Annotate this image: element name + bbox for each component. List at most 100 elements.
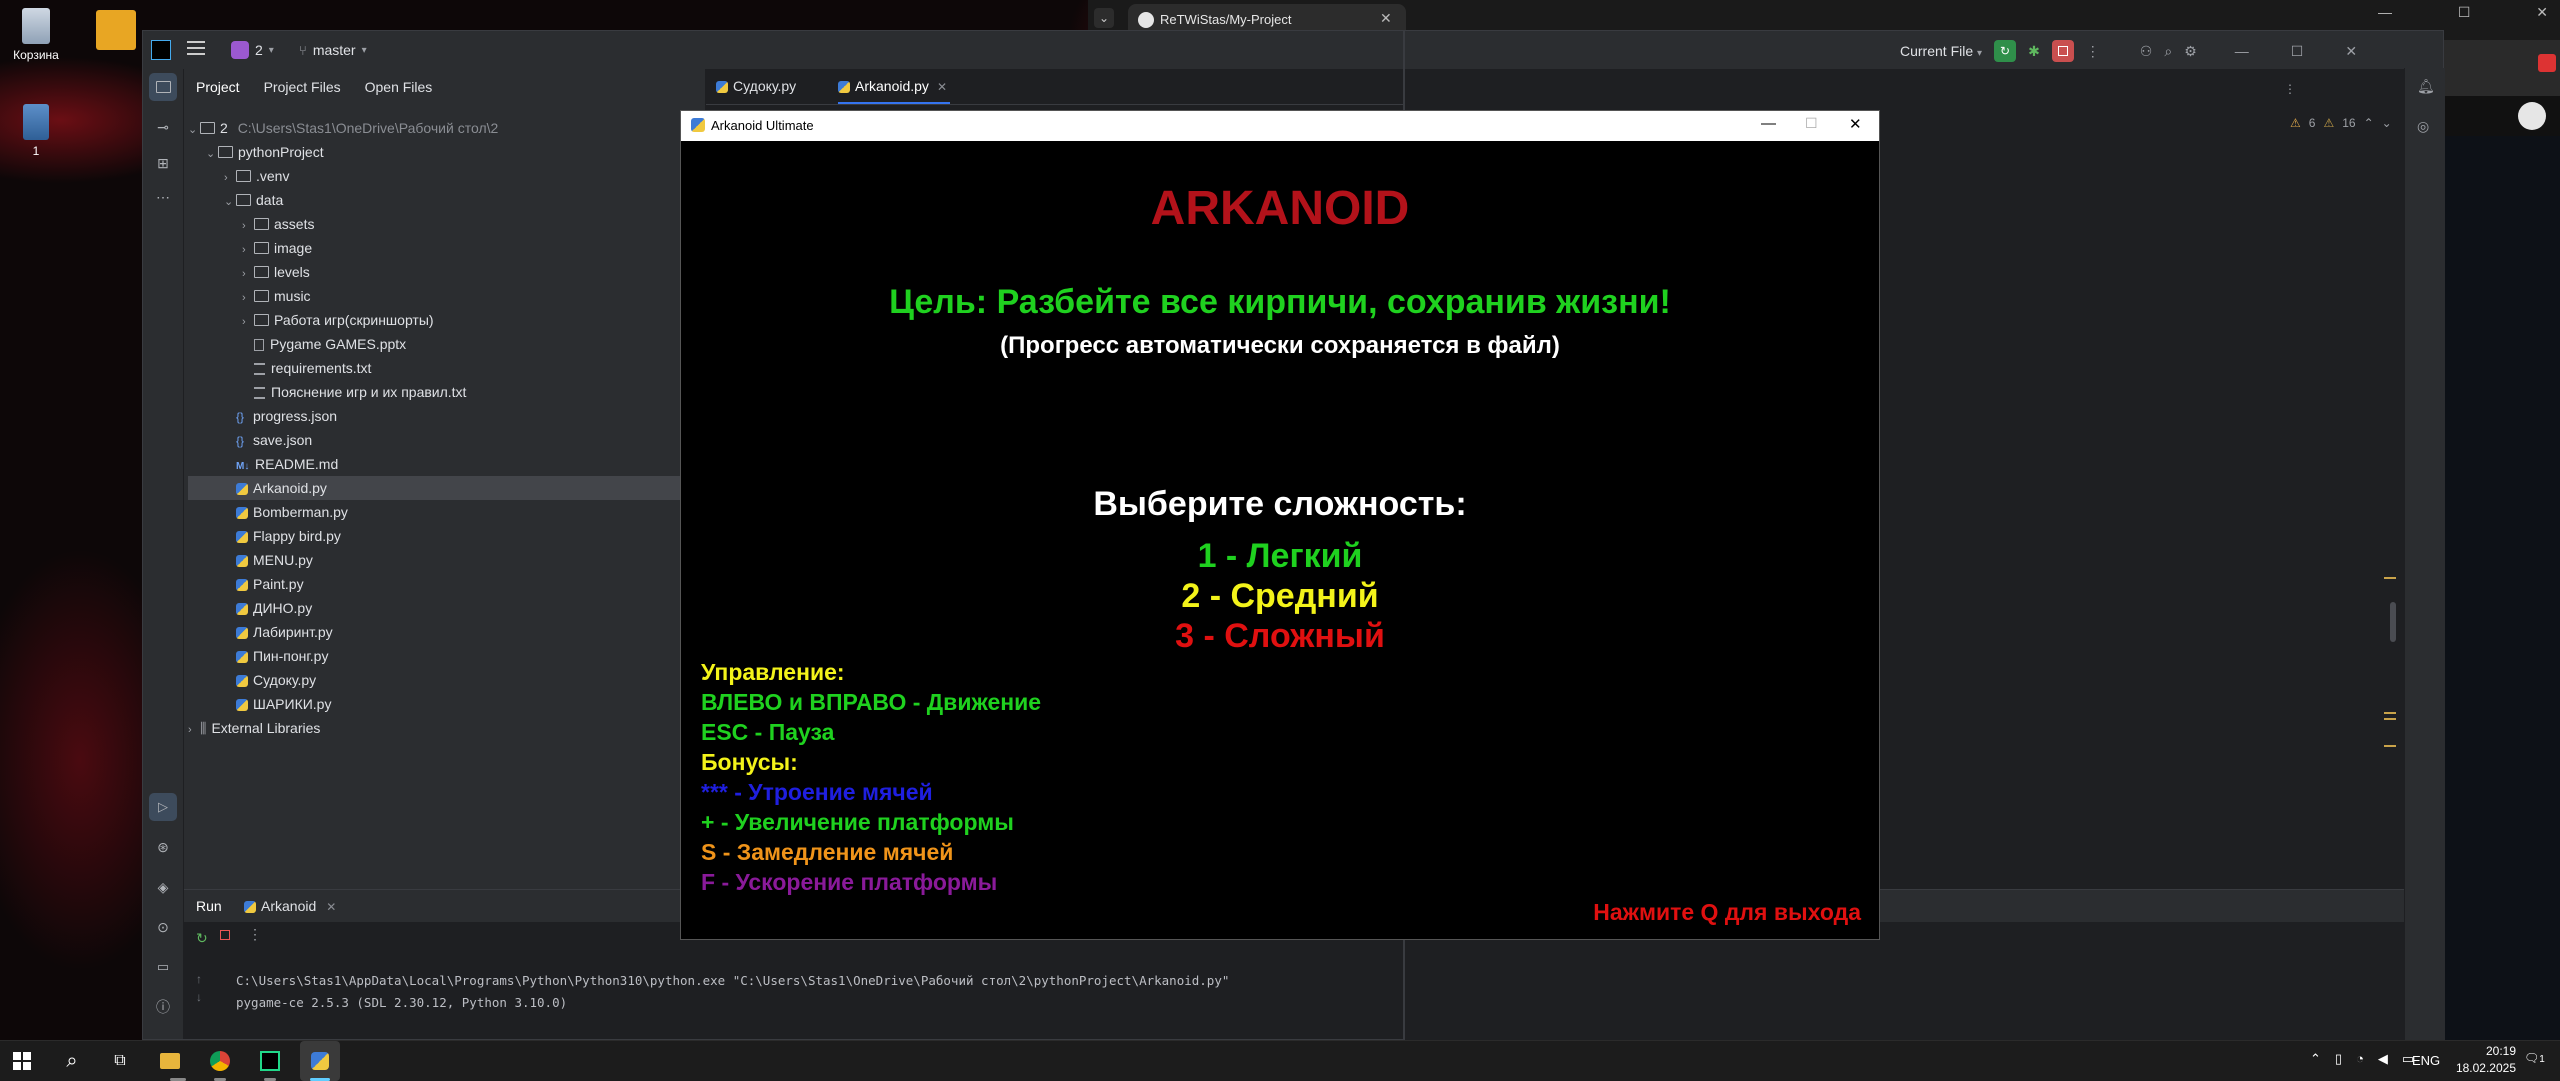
tree-item[interactable]: Пин-понг.py [188,644,702,668]
run-config-tab[interactable]: Arkanoid ✕ [244,898,336,914]
tab-arkanoid[interactable]: Arkanoid.py ✕ [838,78,947,94]
more-tools-button[interactable]: ⋯ [149,183,177,211]
maximize-icon[interactable]: ☐ [2458,4,2471,32]
services-tool-button[interactable]: ⊙ [149,913,177,941]
tree-item[interactable]: Paint.py [188,572,702,596]
tree-root[interactable]: ⌄ 2 C:\Users\Stas1\OneDrive\Рабочий стол\… [188,116,702,140]
network-icon[interactable]: ◔ [2356,1051,2364,1067]
chevron-down-icon[interactable]: ⌄ [2382,116,2392,130]
tree-item[interactable]: ШАРИКИ.py [188,692,702,716]
minimize-icon[interactable]: — [1761,115,1776,132]
tab-search-icon[interactable]: ⌄ [1094,8,1114,28]
chevron-up-icon[interactable]: ⌃ [2364,116,2374,130]
pycharm-button[interactable] [250,1041,290,1081]
add-user-icon[interactable]: ⚇ [2140,43,2153,60]
structure-tool-button[interactable]: ⊞ [149,149,177,177]
vcs-branch-widget[interactable]: ⑂ master ▾ [299,39,367,61]
desktop-icon-recycle-bin[interactable]: Корзина [6,8,66,62]
search-button[interactable]: ⌕ [52,1041,92,1081]
notifications-icon[interactable]: 🔔︎ [2417,78,2435,95]
tab-project[interactable]: Project [196,79,240,95]
more-icon[interactable]: ⋮ [248,926,262,943]
stop-button[interactable] [2051,40,2074,62]
input-language[interactable]: ENG [2412,1053,2440,1068]
maximize-icon[interactable]: ☐ [2291,43,2304,60]
close-icon[interactable]: ✕ [2345,43,2357,60]
tab-sudoku[interactable]: Судоку.py [716,78,796,94]
ai-assistant-icon[interactable]: ◎ [2417,118,2429,135]
layers-tool-button[interactable]: ◈ [149,873,177,901]
tree-item[interactable]: M↓ README.md [188,452,702,476]
terminal-tool-button[interactable]: ▭ [149,953,177,981]
tree-item[interactable]: MENU.py [188,548,702,572]
editor-scrollbar[interactable] [2390,602,2396,642]
tree-item[interactable]: › Работа игр(скриншорты) [188,308,702,332]
commit-tool-button[interactable]: ⊸ [149,113,177,141]
avatar[interactable] [2518,102,2546,130]
close-icon[interactable]: ✕ [326,900,336,914]
clock[interactable]: 20:19 18.02.2025 [2452,1043,2516,1077]
notification-center[interactable]: 🗨︎1 [2524,1051,2546,1071]
stop-icon[interactable] [220,930,230,940]
volume-icon[interactable]: ◀︎ [2378,1051,2388,1067]
tree-item[interactable]: › levels [188,260,702,284]
difficulty-easy[interactable]: 1 - Легкий [681,537,1879,576]
tree-item[interactable]: Pygame GAMES.pptx [188,332,702,356]
start-button[interactable] [2,1041,42,1081]
tree-item[interactable]: › image [188,236,702,260]
minimize-icon[interactable]: — [2378,4,2392,32]
python-app-button[interactable] [300,1041,340,1081]
task-view-button[interactable]: ⧉ [100,1041,140,1081]
tree-item[interactable]: Пояснение игр и их правил.txt [188,380,702,404]
run-config-selector[interactable]: Current File ▾ [1900,43,1982,59]
gear-icon[interactable]: ⚙ [2184,43,2197,60]
tree-item[interactable]: › music [188,284,702,308]
difficulty-hard[interactable]: 3 - Сложный [681,617,1879,656]
tree-item[interactable]: ДИНО.py [188,596,702,620]
git-tool-button[interactable]: ⑂ [149,1029,177,1040]
inspection-widget[interactable]: ⚠ 6 ⚠ 16 ⌃ ⌄ [2290,116,2392,130]
close-icon[interactable]: ✕ [937,80,947,94]
folder-icon[interactable] [96,10,136,50]
rerun-button[interactable]: ↻ [1994,40,2017,62]
tree-external-libraries[interactable]: › ⫼ External Libraries [188,716,702,740]
problems-tool-button[interactable]: ⓘ [149,993,177,1021]
tab-open-files[interactable]: Open Files [365,79,433,95]
chrome-button[interactable] [200,1041,240,1081]
difficulty-medium[interactable]: 2 - Средний [681,577,1879,616]
chevron-up-icon[interactable]: ⌃ [2310,1051,2321,1067]
tree-item[interactable]: › assets [188,212,702,236]
tree-item[interactable]: ⌄ pythonProject [188,140,702,164]
rerun-icon[interactable]: ↻ [196,930,208,947]
tree-item[interactable]: Bomberman.py [188,500,702,524]
close-icon[interactable]: ✕ [1849,115,1862,133]
tree-item[interactable]: {} save.json [188,428,702,452]
minimize-icon[interactable]: — [2235,43,2249,59]
project-widget[interactable]: 2 ▾ [231,39,274,61]
extension-icon[interactable] [2538,54,2556,72]
device-icon[interactable]: ▯ [2335,1051,2342,1067]
tree-item[interactable]: requirements.txt [188,356,702,380]
tree-item[interactable]: {} progress.json [188,404,702,428]
tree-item[interactable]: Судоку.py [188,668,702,692]
debug-icon[interactable]: ✱ [2028,43,2040,60]
tree-item[interactable]: Arkanoid.py [188,476,702,500]
close-icon[interactable]: ✕ [1380,10,1392,27]
main-menu-icon[interactable] [187,41,205,43]
file-explorer-button[interactable] [150,1041,190,1081]
tree-item[interactable]: › .venv [188,164,702,188]
desktop-icon-folder[interactable]: 1 [6,104,66,158]
tab-project-files[interactable]: Project Files [264,79,341,95]
search-icon[interactable]: ⌕ [2164,43,2172,60]
tree-item[interactable]: Лабиринт.py [188,620,702,644]
more-icon[interactable]: ⋮ [2086,43,2100,60]
python-packages-button[interactable]: ⊛ [149,833,177,861]
run-tool-button[interactable]: ▷ [149,793,177,821]
close-icon[interactable]: ✕ [2536,4,2548,32]
project-tool-button[interactable] [149,73,177,101]
editor-tabs-more[interactable]: ⋮ [2284,82,2296,96]
scroll-down-icon[interactable]: ↓ [196,990,202,1004]
tree-item[interactable]: Flappy bird.py [188,524,702,548]
tree-item[interactable]: ⌄ data [188,188,702,212]
scroll-up-icon[interactable]: ↑ [196,972,202,986]
